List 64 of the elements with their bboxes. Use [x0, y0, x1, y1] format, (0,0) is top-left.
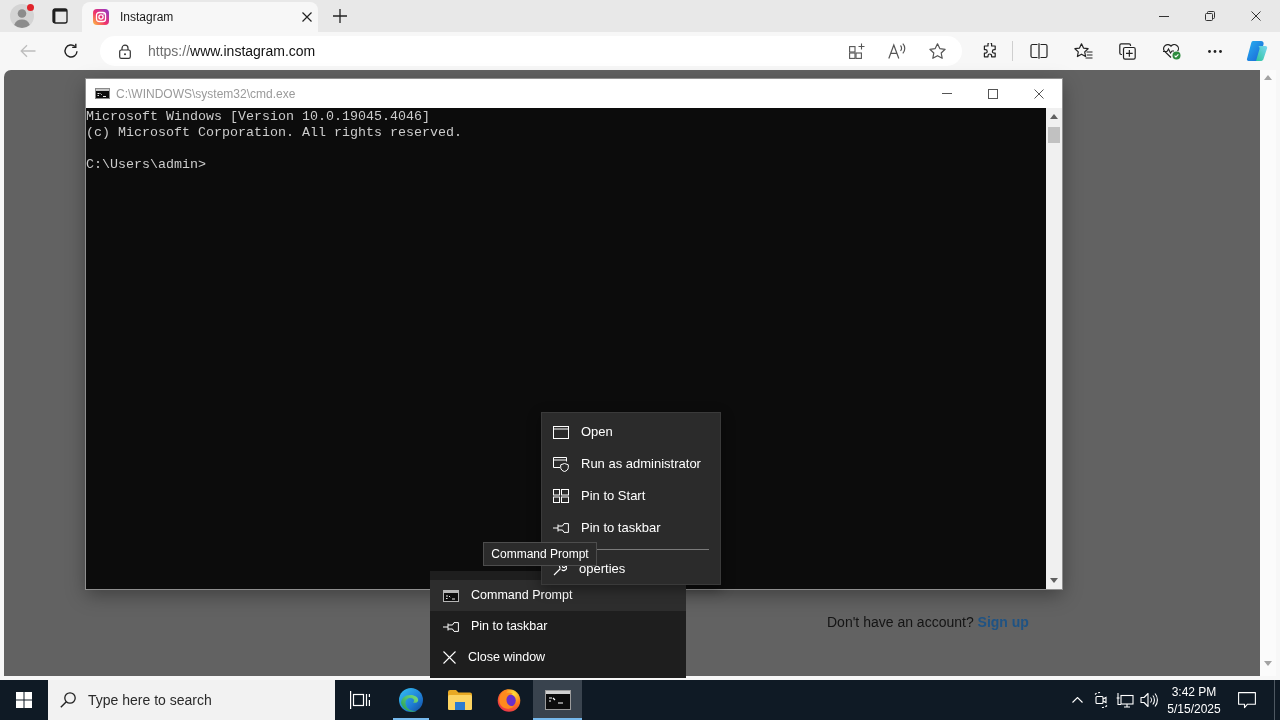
tooltip: Command Prompt — [483, 542, 597, 566]
more-icon[interactable] — [1208, 49, 1222, 53]
jump-list-item[interactable]: Pin to taskbar — [430, 611, 686, 642]
scroll-down-icon[interactable] — [1050, 578, 1058, 583]
window-icon — [553, 425, 569, 439]
context-menu-item[interactable]: Pin to Start — [542, 480, 720, 512]
search-icon — [60, 692, 76, 708]
close-icon[interactable] — [1251, 11, 1261, 21]
terminal-icon — [443, 589, 459, 602]
clock-date[interactable]: 5/15/2025 — [1167, 701, 1221, 716]
refresh-icon[interactable] — [63, 43, 79, 59]
profile-avatar-icon[interactable] — [10, 4, 34, 28]
window-shield-icon — [553, 456, 569, 472]
scroll-thumb[interactable] — [1048, 127, 1060, 143]
camera-app-icon — [93, 9, 109, 25]
console-line: Microsoft Windows [Version 10.0.19045.4046] — [86, 109, 431, 125]
address-bar[interactable]: https://www.instagram.com — [100, 36, 962, 66]
signup-prompt: Don't have an account? Sign up — [827, 613, 1029, 631]
plus-icon[interactable] — [333, 9, 347, 23]
window-square-icon[interactable] — [52, 8, 68, 24]
terminal-icon — [95, 88, 110, 99]
pin-icon — [553, 523, 569, 533]
star-icon[interactable] — [928, 43, 946, 59]
fox-browser-icon — [496, 688, 521, 712]
pin-icon — [443, 621, 459, 632]
tiles-icon — [553, 489, 569, 503]
collections-icon[interactable] — [1118, 42, 1136, 60]
restore-icon[interactable] — [1205, 11, 1215, 21]
video-camera-icon[interactable] — [1093, 692, 1109, 708]
notification-icon[interactable] — [1238, 691, 1256, 709]
grid-plus-icon[interactable] — [849, 43, 865, 59]
volume-icon[interactable] — [1140, 692, 1158, 708]
maximize-icon[interactable] — [988, 88, 998, 99]
browser-tab[interactable]: Instagram — [82, 2, 318, 32]
split-screen-icon[interactable] — [1030, 43, 1048, 59]
task-view-icon[interactable] — [350, 691, 370, 709]
heart-check-icon[interactable] — [1161, 42, 1181, 60]
context-menu-item[interactable]: Open — [542, 416, 720, 448]
taskbar-app-button[interactable] — [533, 680, 582, 720]
window-title: C:\WINDOWS\system32\cmd.exe — [116, 86, 296, 101]
jump-list-item[interactable]: Close window — [430, 642, 686, 673]
read-aloud-icon[interactable] — [888, 43, 906, 59]
close-icon[interactable] — [1034, 88, 1044, 99]
network-monitor-icon[interactable] — [1116, 692, 1134, 708]
context-menu-item[interactable]: Pin to taskbar — [542, 512, 720, 544]
console-line: (c) Microsoft Corporation. All rights reserved. — [86, 125, 463, 141]
chevron-up-icon[interactable] — [1071, 697, 1083, 703]
close-icon — [443, 651, 456, 664]
favorites-icon[interactable] — [1073, 43, 1093, 59]
console-prompt: C:\Users\admin> — [86, 157, 207, 173]
swirl-logo-icon[interactable] — [1246, 40, 1268, 62]
swirl-browser-icon — [398, 688, 423, 712]
windows-logo-icon[interactable] — [16, 692, 32, 708]
minimize-icon[interactable] — [1159, 15, 1169, 17]
terminal-icon — [544, 690, 571, 710]
search-field[interactable]: Type here to search — [48, 680, 335, 720]
scroll-up-icon[interactable] — [1050, 114, 1058, 119]
close-icon[interactable] — [302, 12, 312, 22]
clock-time[interactable]: 3:42 PM — [1171, 684, 1217, 699]
lock-icon — [119, 43, 131, 59]
context-menu-item[interactable]: Run as administrator — [542, 448, 720, 480]
folder-icon — [447, 690, 472, 710]
console-scrollbar[interactable] — [1046, 108, 1062, 589]
puzzle-icon[interactable] — [982, 43, 998, 59]
